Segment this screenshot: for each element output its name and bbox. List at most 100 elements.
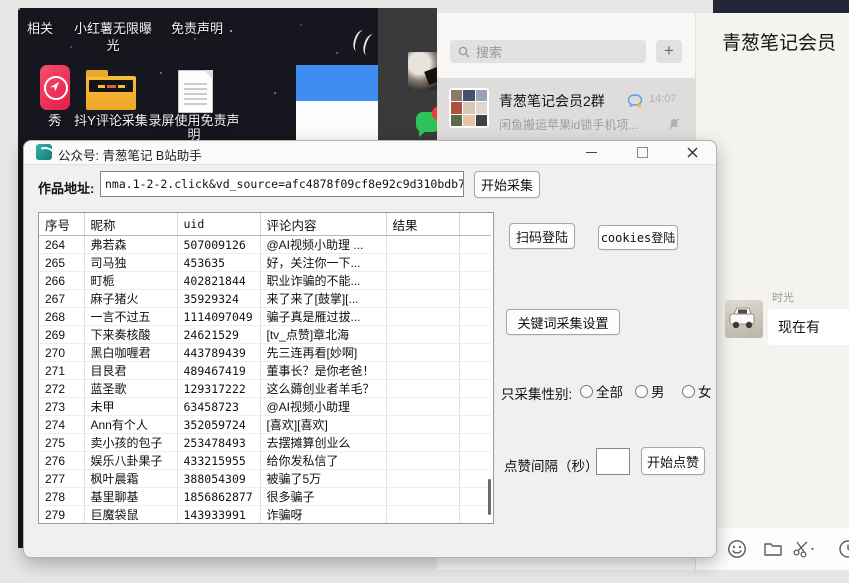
search-input[interactable]: 搜索 [450,40,646,63]
like-interval-label: 点赞间隔（秒） [504,455,599,475]
search-icon [458,46,470,58]
table-row[interactable]: 279 巨魔袋鼠 143933991 诈骗呀 [39,506,491,524]
assistant-window: 公众号: 青葱笔记 B站助手 作品地址: nma.1-2-2.click&vd_… [23,140,717,558]
table-row[interactable]: 264 弗若森 507009126 @AI视频小助理 ... [39,236,491,254]
table-row[interactable]: 273 未甲 63458723 @AI视频小助理 [39,398,491,416]
cell-comment: 谢谢 [260,524,386,525]
cell-comment: 被骗了5万 [260,470,386,488]
red-app-icon [40,65,70,110]
cell-index: 268 [39,308,84,326]
cell-filler [459,362,491,380]
table-row[interactable]: 280 qqrock 29085504 谢谢 [39,524,491,525]
add-button[interactable]: + [656,40,682,63]
file-icon[interactable] [763,539,783,559]
cell-uid: 443789439 [177,344,260,362]
scan-login-button[interactable]: 扫码登陆 [509,223,575,249]
table-row[interactable]: 269 下来奏核酸 24621529 [tv_点赞]章北海 [39,326,491,344]
cell-result [386,506,459,524]
table-row[interactable]: 278 基里聊基 1856862877 很多骗子 [39,488,491,506]
cell-result [386,344,459,362]
gender-radio-male[interactable]: 男 [635,381,665,401]
gender-radio-all[interactable]: 全部 [580,381,623,401]
desktop-label-disclaimer[interactable]: 免责声明 [166,20,228,37]
cell-nickname: 弗若森 [84,236,177,254]
like-interval-input[interactable] [596,448,630,475]
table-row[interactable]: 266 町栀 402821844 职业诈骗的不能... [39,272,491,290]
table-row[interactable]: 274 Ann有个人 352059724 [喜欢][喜欢] [39,416,491,434]
table-row[interactable]: 275 卖小孩的包子 253478493 去摆摊算创业么 [39,434,491,452]
cell-index: 264 [39,236,84,254]
col-filler [459,213,491,236]
cell-comment: @AI视频小助理 ... [260,236,386,254]
chat-input-area[interactable] [696,528,849,570]
cell-filler [459,470,491,488]
cell-filler [459,398,491,416]
cell-comment: 骗子真是雁过拔... [260,308,386,326]
cell-nickname: 卖小孩的包子 [84,434,177,452]
plane-glyph-icon [49,81,60,92]
table-row[interactable]: 272 蓝圣歌 129317222 这么薅创业者羊毛？ [39,380,491,398]
cell-result [386,362,459,380]
cell-nickname: 一言不过五 [84,308,177,326]
document-icon [178,70,213,113]
start-like-button[interactable]: 开始点赞 [641,447,705,475]
keyword-settings-button[interactable]: 关键词采集设置 [506,309,620,335]
cell-result [386,488,459,506]
gender-radio-female[interactable]: 女 [682,381,712,401]
maximize-button[interactable] [625,141,659,163]
cell-index: 265 [39,254,84,272]
table-scrollbar-thumb[interactable] [488,479,491,515]
minimize-button[interactable] [574,141,608,163]
table-row[interactable]: 268 一言不过五 1114097049 骗子真是雁过拔... [39,308,491,326]
cell-comment: 很多骗子 [260,488,386,506]
table-row[interactable]: 267 麻子猪火 35929324 来了来了[鼓掌][... [39,290,491,308]
url-input[interactable]: nma.1-2-2.click&vd_source=afc4878f09cf8e… [100,171,464,197]
cell-comment: 诈骗呀 [260,506,386,524]
mute-icon [668,118,680,130]
table-row[interactable]: 276 娱乐八卦果子 433215955 给你发私信了 [39,452,491,470]
desktop-label-related[interactable]: 相关 [20,20,60,37]
message-bubble: 现在有 [768,309,849,345]
chat-list-item[interactable]: 青葱笔记会员2群 14:07 闲鱼搬运苹果id锁手机项... [437,78,695,140]
cell-comment: [tv_点赞]章北海 [260,326,386,344]
cell-filler [459,308,491,326]
cookies-login-button[interactable]: cookies登陆 [598,225,678,250]
cell-index: 274 [39,416,84,434]
icon-label: 录屏使用免责声明 [146,114,242,142]
close-button[interactable] [675,141,709,163]
table-row[interactable]: 277 枫叶晨霜 388054309 被骗了5万 [39,470,491,488]
cell-filler [459,254,491,272]
cell-index: 280 [39,524,84,525]
cell-uid: 24621529 [177,326,260,344]
desktop-label-xhs[interactable]: 小红薯无限曝光 [70,20,156,54]
emoji-icon[interactable] [727,539,747,559]
comments-table: 序号 昵称 uid 评论内容 结果 264 弗若森 507009126 @AI视… [38,212,494,524]
maximize-icon [637,147,648,158]
sender-avatar[interactable] [725,300,763,338]
window-title: 公众号: 青葱笔记 B站助手 [58,145,202,164]
cell-nickname: Ann有个人 [84,416,177,434]
minimize-icon [586,152,597,153]
gender-filter-label: 只采集性别: [501,383,572,403]
cell-nickname: 町栀 [84,272,177,290]
cell-nickname: 目艮君 [84,362,177,380]
cell-result [386,524,459,525]
start-collect-button[interactable]: 开始采集 [474,171,540,198]
close-icon [687,147,698,158]
cell-comment: 这么薅创业者羊毛？ [260,380,386,398]
col-nickname: 昵称 [84,213,177,236]
screenshot-scissors-icon[interactable] [792,539,812,559]
table-row[interactable]: 265 司马独 453635 好，关注你一下... [39,254,491,272]
cell-uid: 453635 [177,254,260,272]
cell-uid: 143933991 [177,506,260,524]
cell-filler [459,272,491,290]
table-row[interactable]: 270 黑白咖喱君 443789439 先三连再看[妙啊] [39,344,491,362]
cell-result [386,254,459,272]
cell-nickname: 未甲 [84,398,177,416]
table-row[interactable]: 271 目艮君 489467419 董事长？是你老爸！ [39,362,491,380]
chat-history-icon[interactable] [838,539,849,559]
video-thumbnail[interactable] [408,52,437,90]
cell-filler [459,290,491,308]
comments-table-body: 264 弗若森 507009126 @AI视频小助理 ... 265 司马独 4… [39,236,491,525]
cell-uid: 433215955 [177,452,260,470]
